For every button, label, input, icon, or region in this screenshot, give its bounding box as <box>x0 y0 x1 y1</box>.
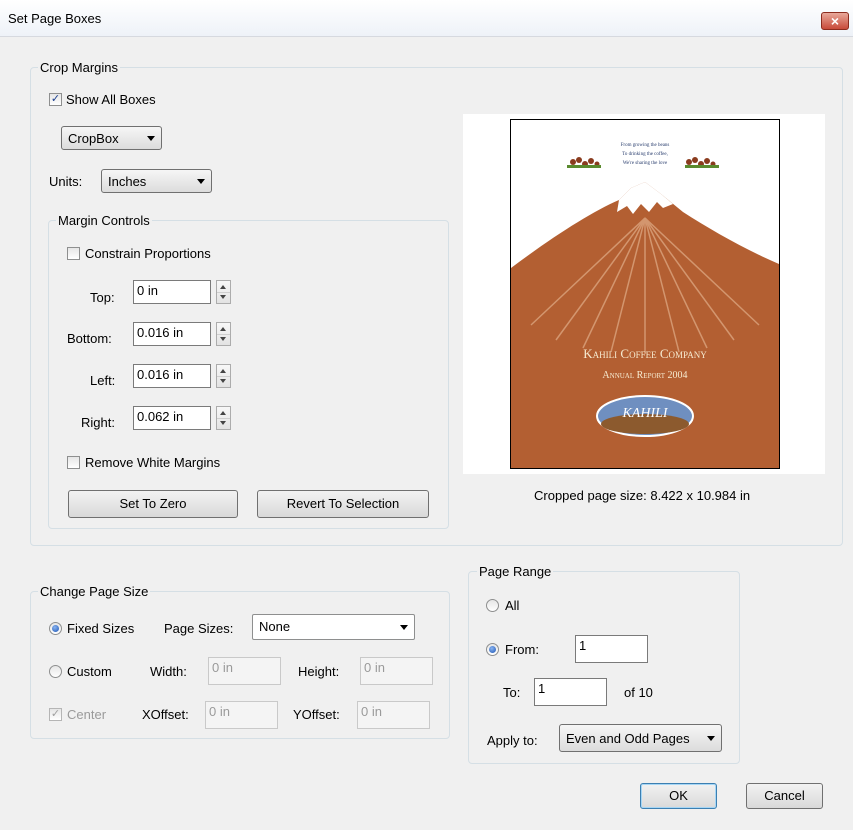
page-range-legend: Page Range <box>477 564 554 579</box>
constrain-proportions-checkbox[interactable] <box>67 247 80 260</box>
center-label: Center <box>67 707 107 722</box>
from-radio[interactable] <box>486 643 499 656</box>
page-sizes-dropdown[interactable]: None <box>252 614 415 640</box>
show-all-boxes-checkbox[interactable]: ✓ <box>49 93 62 106</box>
width-label: Width: <box>150 664 187 679</box>
width-input[interactable]: 0 in <box>208 657 281 685</box>
yoffset-input[interactable]: 0 in <box>357 701 430 729</box>
cover-company-name: Kahili Coffee Company <box>583 346 707 361</box>
box-type-value: CropBox <box>68 131 119 146</box>
page-count-label: of 10 <box>624 685 653 700</box>
page-thumbnail: From growing the beans To drinking the c… <box>510 119 780 469</box>
left-margin-input[interactable]: 0.016 in <box>133 364 211 388</box>
margin-controls-legend: Margin Controls <box>56 213 152 228</box>
left-label: Left: <box>90 373 116 388</box>
change-page-size-legend: Change Page Size <box>38 584 151 599</box>
units-dropdown[interactable]: Inches <box>101 169 212 193</box>
bottom-margin-stepper[interactable] <box>216 322 231 346</box>
crop-margins-legend: Crop Margins <box>38 60 121 75</box>
cover-tagline: From growing the beans To drinking the c… <box>511 141 779 168</box>
ok-button[interactable]: OK <box>640 783 717 809</box>
units-value: Inches <box>108 174 147 189</box>
chevron-down-icon <box>707 736 715 741</box>
fixed-sizes-label: Fixed Sizes <box>67 621 135 636</box>
from-label: From: <box>505 642 539 657</box>
constrain-proportions-label: Constrain Proportions <box>85 246 211 261</box>
left-margin-stepper[interactable] <box>216 364 231 388</box>
height-input[interactable]: 0 in <box>360 657 433 685</box>
fixed-sizes-radio[interactable] <box>49 622 62 635</box>
to-page-input[interactable]: 1 <box>534 678 607 706</box>
cover-report-title: Annual Report 2004 <box>602 370 688 381</box>
tagline-line: To drinking the coffee, <box>622 152 668 157</box>
bottom-label: Bottom: <box>67 331 112 346</box>
all-pages-label: All <box>505 598 520 613</box>
cropped-page-size: Cropped page size: 8.422 x 10.984 in <box>534 488 751 503</box>
from-page-input[interactable]: 1 <box>575 635 648 663</box>
page-sizes-value: None <box>259 619 291 634</box>
units-label: Units: <box>49 174 83 189</box>
remove-white-margins-label: Remove White Margins <box>85 455 221 470</box>
top-margin-input[interactable]: 0 in <box>133 280 211 304</box>
kahili-logo: KAHILI <box>622 406 668 421</box>
box-type-dropdown[interactable]: CropBox <box>61 126 162 150</box>
right-margin-input[interactable]: 0.062 in <box>133 406 211 430</box>
chevron-down-icon <box>400 625 408 630</box>
tagline-line: From growing the beans <box>620 143 670 148</box>
right-label: Right: <box>81 415 115 430</box>
show-all-boxes-label: Show All Boxes <box>66 92 156 107</box>
set-to-zero-button[interactable]: Set To Zero <box>68 490 238 518</box>
close-button[interactable]: × <box>821 12 849 30</box>
height-label: Height: <box>298 664 340 679</box>
apply-to-label: Apply to: <box>487 733 538 748</box>
xoffset-input[interactable]: 0 in <box>205 701 278 729</box>
remove-white-margins-checkbox[interactable] <box>67 456 80 469</box>
tagline-line: We're sharing the love <box>622 161 668 166</box>
chevron-down-icon <box>197 179 205 184</box>
xoffset-label: XOffset: <box>142 707 189 722</box>
custom-label: Custom <box>67 664 112 679</box>
apply-to-value: Even and Odd Pages <box>566 731 690 746</box>
page-sizes-label: Page Sizes: <box>164 621 234 636</box>
all-pages-radio[interactable] <box>486 599 499 612</box>
right-margin-stepper[interactable] <box>216 406 231 430</box>
cancel-button[interactable]: Cancel <box>746 783 823 809</box>
title-bar <box>0 0 853 37</box>
top-label: Top: <box>90 290 115 305</box>
apply-to-dropdown[interactable]: Even and Odd Pages <box>559 724 722 752</box>
yoffset-label: YOffset: <box>293 707 340 722</box>
to-label: To: <box>503 685 521 700</box>
top-margin-stepper[interactable] <box>216 280 231 304</box>
custom-radio[interactable] <box>49 665 62 678</box>
chevron-down-icon <box>147 136 155 141</box>
bottom-margin-input[interactable]: 0.016 in <box>133 322 211 346</box>
window-title: Set Page Boxes <box>8 11 102 26</box>
revert-to-selection-button[interactable]: Revert To Selection <box>257 490 429 518</box>
center-checkbox[interactable]: ✓ <box>49 708 62 721</box>
